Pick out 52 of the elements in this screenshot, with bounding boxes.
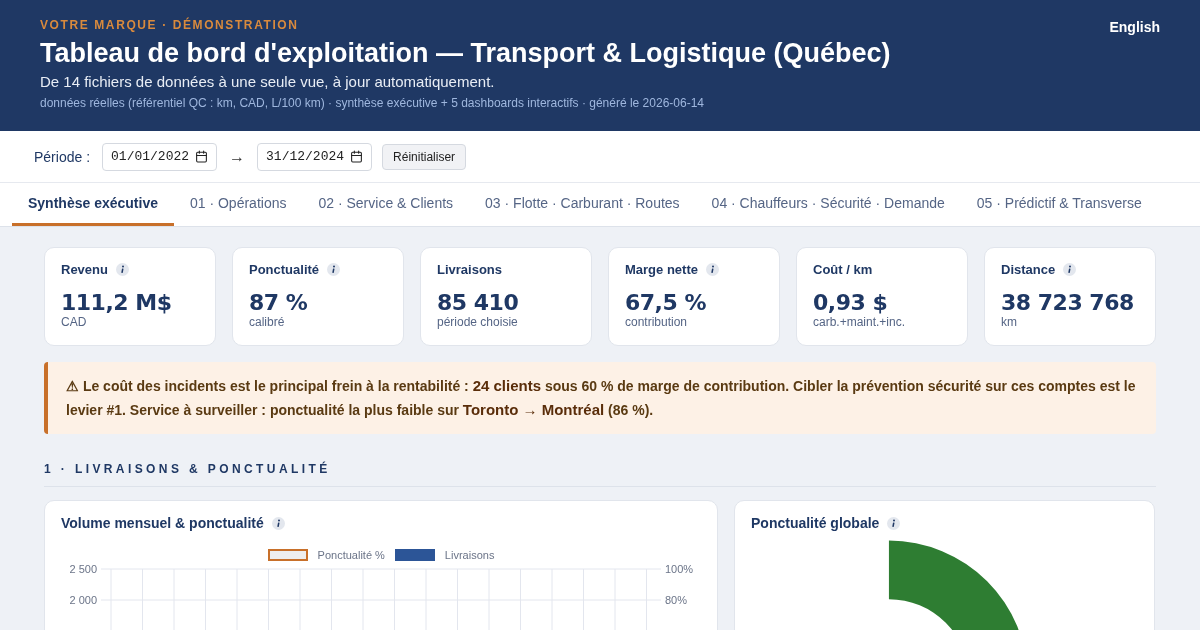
axis-tick-label: 2 500 [68, 563, 97, 576]
page-title: Tableau de bord d'exploitation — Transport & Logistique (Québec) [40, 38, 891, 69]
kpi-note: km [1001, 315, 1018, 329]
axis-tick-label: 80% [665, 594, 689, 607]
dashboard-tab[interactable]: 05 · Prédictif & Transverse [960, 183, 1158, 226]
kpi-value: 111,2 M$ [61, 290, 173, 315]
dashboard-tab[interactable]: Synthèse exécutive [12, 183, 174, 226]
axis-tick-label: 100% [665, 563, 695, 576]
kpi-value: 38 723 768 [1001, 290, 1135, 315]
kpi-note: CAD [61, 315, 88, 329]
start-date-field[interactable]: 01/01/2022 [102, 142, 218, 171]
info-icon[interactable] [327, 263, 341, 276]
arrow-text: → [229, 147, 246, 166]
kpi-label: Marge nette [625, 262, 698, 277]
kpi-label: Distance [1001, 262, 1056, 277]
info-icon[interactable] [1063, 263, 1077, 276]
legend-label: Ponctualité % [317, 549, 385, 561]
info-icon[interactable] [887, 516, 901, 530]
kpi-value: 87 % [249, 290, 309, 315]
card-title: Ponctualité globale [751, 515, 880, 531]
kpi-value: 67,5 % [625, 290, 707, 315]
kpi-label: Coût / km [813, 262, 873, 277]
page-subtitle: De 14 fichiers de données à une seule vue, à jour automatiquement. [40, 73, 496, 90]
calendar-icon [350, 150, 364, 163]
kpi-note: carb.+maint.+inc. [813, 315, 907, 329]
language-link[interactable]: English [1109, 19, 1160, 35]
kpi-label: Revenu [61, 262, 108, 277]
kpi-value: 0,93 $ [813, 290, 889, 315]
insight-alert: ⚠ Le coût des incidents est le principal frein à la rentabilité : 24 clients sous 60 % de marge de contribution. Cibler la prévention sécurité sur ces comptes est le levier #1. Service à surveiller : ponctualité la plus faible sur Toronto → Montréal (86 %). [44, 362, 1156, 434]
kpi-label: Ponctualité [249, 262, 320, 277]
dashboard-tab[interactable]: 04 · Chauffeurs · Sécurité · Demande [695, 183, 961, 226]
dashboard-tab[interactable]: 01 · Opérations [173, 183, 303, 226]
info-icon[interactable] [271, 516, 285, 530]
dashboard-tab[interactable]: 02 · Service & Clients [302, 183, 470, 226]
reset-button[interactable]: Réinitialiser [382, 143, 467, 170]
kpi-value: 85 410 [437, 290, 520, 315]
info-icon[interactable] [705, 263, 719, 276]
kpi-label: Livraisons [437, 262, 503, 277]
section-title: 1 · LIVRAISONS & PONCTUALITÉ [44, 462, 1156, 487]
axis-tick-label: 2 000 [68, 594, 97, 607]
page-meta: données réelles (référentiel QC : km, CAD, L/100 km) · synthèse exécutive + 5 dashboards interactifs · généré le 2026-06-14 [40, 96, 705, 110]
info-icon[interactable] [115, 263, 129, 276]
end-date-field[interactable]: 31/12/2024 [257, 142, 373, 171]
dashboard-tab[interactable]: 03 · Flotte · Carburant · Routes [469, 183, 696, 226]
kpi-note: calibré [249, 315, 286, 329]
kpi-note: contribution [625, 315, 689, 329]
card-title: Volume mensuel & ponctualité [61, 515, 264, 531]
legend-label: Livraisons [444, 549, 495, 561]
brand-eyebrow: VOTRE MARQUE · DÉMONSTRATION [40, 18, 300, 32]
kpi-note: période choisie [437, 315, 519, 329]
calendar-icon [195, 150, 209, 163]
period-label: Période : [34, 148, 91, 165]
